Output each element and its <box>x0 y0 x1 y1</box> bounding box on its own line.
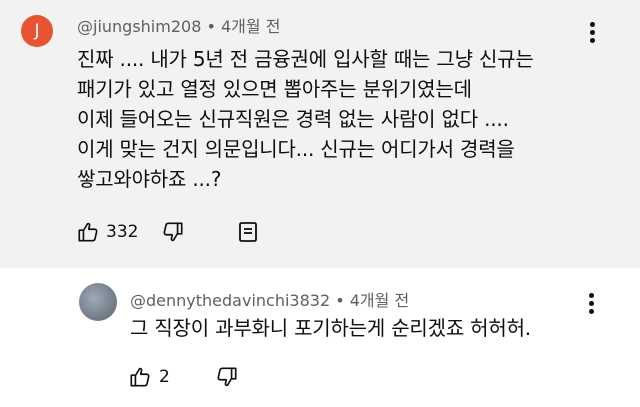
like-count: 2 <box>159 367 170 387</box>
avatar[interactable]: J <box>21 15 53 47</box>
comment-line: 패기가 있고 열정 있으면 뽑아주는 분위기였는데 <box>77 77 472 101</box>
comment-card: J @jiungshim208 • 4개월 전 진짜 .... 내가 5년 전 … <box>0 0 640 268</box>
reply-icon[interactable] <box>238 221 258 243</box>
reply-timestamp[interactable]: 4개월 전 <box>350 291 409 310</box>
avatar[interactable] <box>79 283 117 321</box>
meta-separator: • <box>335 291 345 310</box>
like-count: 332 <box>106 222 139 242</box>
comment-line: 이게 맞는 건지 의문입니다... 신규는 어디가서 경력을 <box>77 137 515 161</box>
thumbs-up-icon[interactable] <box>129 366 151 388</box>
author-handle[interactable]: @jiungshim208 <box>77 17 201 36</box>
more-options-icon[interactable] <box>584 22 600 48</box>
thumbs-up-icon[interactable] <box>77 221 99 243</box>
author-handle[interactable]: @dennythedavinchi3832 <box>130 291 330 310</box>
comment-line: 진짜 .... 내가 5년 전 금융권에 입사할 때는 그냥 신규는 <box>77 47 534 71</box>
thumbs-down-icon[interactable] <box>216 366 238 388</box>
thumbs-down-icon[interactable] <box>162 221 184 243</box>
meta-separator: • <box>206 17 216 36</box>
comment-text: 진짜 .... 내가 5년 전 금융권에 입사할 때는 그냥 신규는 패기가 있… <box>77 44 534 194</box>
reply-meta: @dennythedavinchi3832 • 4개월 전 <box>130 287 409 311</box>
comment-line: 이제 들어오는 신규직원은 경력 없는 사람이 없다 .... <box>77 107 509 131</box>
reply-text: 그 직장이 과부화니 포기하는게 순리겠죠 허허허. <box>130 316 531 340</box>
comment-line: 쌓고와야하죠 ...? <box>77 167 222 191</box>
comment-meta: @jiungshim208 • 4개월 전 <box>77 13 280 37</box>
more-options-icon[interactable] <box>583 293 599 319</box>
comment-timestamp[interactable]: 4개월 전 <box>221 17 280 36</box>
